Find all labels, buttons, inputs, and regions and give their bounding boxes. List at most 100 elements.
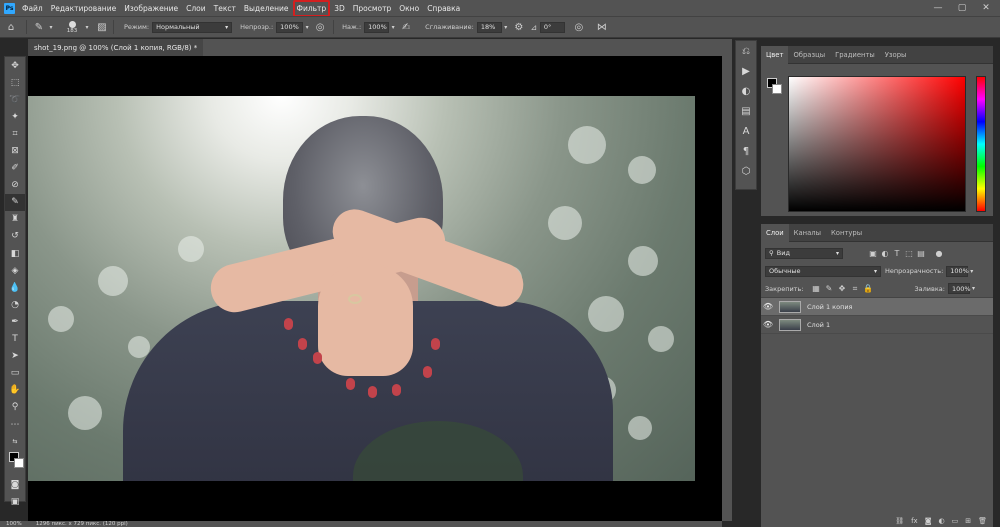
new-layer-icon[interactable]: ⊞ xyxy=(965,517,971,525)
adjustments-icon[interactable]: ◐ xyxy=(736,81,756,101)
chevron-down-icon[interactable]: ▾ xyxy=(502,24,510,31)
menu-3d[interactable]: 3D xyxy=(334,4,345,13)
chevron-down-icon[interactable]: ▾ xyxy=(303,24,311,31)
history-brush-icon[interactable]: ↺ xyxy=(5,228,25,245)
menu-window[interactable]: Окно xyxy=(399,4,419,13)
more-tools-icon[interactable]: ⋯ xyxy=(5,416,25,433)
airbrush-icon[interactable]: ✍ xyxy=(397,22,415,33)
filter-smart-object-icon[interactable]: ▤ xyxy=(915,249,927,258)
pressure-opacity-icon[interactable]: ◎ xyxy=(311,22,329,33)
lock-all-icon[interactable]: 🔒 xyxy=(861,284,874,293)
3d-cube-icon[interactable]: ⬡ xyxy=(736,161,756,181)
crop-tool-icon[interactable]: ⌗ xyxy=(5,125,25,142)
paint-bucket-icon[interactable]: ◈ xyxy=(5,262,25,279)
eye-icon[interactable]: 👁 xyxy=(761,302,775,311)
fill-input[interactable]: 100% xyxy=(947,283,971,294)
link-layers-icon[interactable]: ⛓ xyxy=(895,517,904,525)
frame-tool-icon[interactable]: ⊠ xyxy=(5,142,25,159)
filter-toggle-icon[interactable]: ● xyxy=(933,249,945,258)
flow-input[interactable]: 100% xyxy=(364,21,390,33)
document-tab[interactable]: shot_19.png @ 100% (Слой 1 копия, RGB/8)… xyxy=(28,39,204,56)
layer-blend-mode-select[interactable]: Обычные ▾ xyxy=(765,265,881,277)
brush-tool-icon[interactable]: ✎ xyxy=(5,193,25,211)
blur-tool-icon[interactable]: 💧 xyxy=(5,279,25,296)
type-tool-icon[interactable]: T xyxy=(5,331,25,348)
tab-color[interactable]: Цвет xyxy=(761,45,789,64)
layer-filter-select[interactable]: ⚲ Вид ▾ xyxy=(765,247,843,259)
filter-type-icon[interactable]: T xyxy=(891,249,903,258)
menu-file[interactable]: Файл xyxy=(22,4,43,13)
pressure-size-icon[interactable]: ◎ xyxy=(565,22,593,33)
adjustment-layer-icon[interactable]: ◐ xyxy=(939,517,945,525)
document-canvas[interactable] xyxy=(28,56,722,521)
chevron-down-icon[interactable]: ▾ xyxy=(83,24,91,31)
zoom-tool-icon[interactable]: ⚲ xyxy=(5,399,25,416)
layer-row[interactable]: 👁 Слой 1 xyxy=(761,316,993,334)
tab-layers[interactable]: Слои xyxy=(761,223,789,242)
angle-input[interactable]: 0° xyxy=(539,21,565,33)
blend-mode-select[interactable]: Нормальный ▾ xyxy=(152,21,233,33)
gear-icon[interactable]: ⚙ xyxy=(510,22,528,33)
group-icon[interactable]: ▭ xyxy=(952,517,959,525)
filter-shape-icon[interactable]: ⬚ xyxy=(903,249,915,258)
layer-row-copy[interactable]: 👁 Слой 1 копия xyxy=(761,298,993,316)
clone-stamp-icon[interactable]: ♜ xyxy=(5,211,25,228)
screen-mode-icon[interactable]: ▣ xyxy=(5,493,25,510)
opacity-input[interactable]: 100% xyxy=(276,21,304,33)
layer-name[interactable]: Слой 1 xyxy=(807,321,830,329)
brush-settings-icon[interactable]: ▨ xyxy=(95,22,109,33)
eye-icon[interactable]: 👁 xyxy=(761,320,775,329)
quick-mask-icon[interactable]: ◙ xyxy=(5,476,25,493)
path-selection-icon[interactable]: ➤ xyxy=(5,348,25,365)
tab-gradients[interactable]: Градиенты xyxy=(830,46,880,64)
panel-collapse-strip[interactable] xyxy=(722,39,732,521)
history-icon[interactable]: ⎌ xyxy=(736,41,756,61)
tab-channels[interactable]: Каналы xyxy=(789,224,826,242)
brush-size-picker[interactable]: 183 xyxy=(61,20,83,34)
layer-mask-icon[interactable]: ◙ xyxy=(925,517,932,525)
chevron-down-icon[interactable]: ▾ xyxy=(970,268,973,275)
pen-tool-icon[interactable]: ✒ xyxy=(5,313,25,330)
menu-help[interactable]: Справка xyxy=(427,4,460,13)
paragraph-icon[interactable]: ¶ xyxy=(736,141,756,161)
actions-play-icon[interactable]: ▶ xyxy=(736,61,756,81)
tab-paths[interactable]: Контуры xyxy=(826,224,867,242)
zoom-level[interactable]: 100% xyxy=(6,521,22,527)
swap-colors-icon[interactable]: ⇆ xyxy=(5,433,25,450)
character-icon[interactable]: A xyxy=(736,121,756,141)
layer-name[interactable]: Слой 1 копия xyxy=(807,303,852,311)
lock-position-icon[interactable]: ✥ xyxy=(835,284,848,293)
color-swatches-icon[interactable] xyxy=(5,450,25,476)
maximize-icon[interactable]: ▢ xyxy=(950,0,974,16)
minimize-icon[interactable]: — xyxy=(926,0,950,16)
color-picker-field[interactable] xyxy=(788,76,966,212)
filter-adjustment-icon[interactable]: ◐ xyxy=(879,249,891,258)
smoothing-input[interactable]: 18% xyxy=(476,21,502,33)
eraser-icon[interactable]: ◧ xyxy=(5,245,25,262)
lock-image-icon[interactable]: ✎ xyxy=(822,284,835,293)
tab-patterns[interactable]: Узоры xyxy=(880,46,912,64)
eyedropper-icon[interactable]: ✐ xyxy=(5,160,25,177)
magic-wand-icon[interactable]: ✦ xyxy=(5,108,25,125)
lasso-tool-icon[interactable]: ➰ xyxy=(5,91,25,108)
menu-image[interactable]: Изображение xyxy=(124,4,178,13)
lock-transparent-icon[interactable]: ▦ xyxy=(809,284,822,293)
layer-style-icon[interactable]: fx xyxy=(911,517,918,525)
menu-filter[interactable]: Фильтр xyxy=(292,0,330,17)
close-icon[interactable]: ✕ xyxy=(974,0,998,16)
chevron-down-icon[interactable]: ▾ xyxy=(47,24,55,31)
menu-select[interactable]: Выделение xyxy=(244,4,289,13)
chevron-down-icon[interactable]: ▾ xyxy=(972,285,975,292)
healing-brush-icon[interactable]: ⊘ xyxy=(5,177,25,194)
menu-edit[interactable]: Редактирование xyxy=(51,4,116,13)
home-icon[interactable]: ⌂ xyxy=(0,22,22,33)
filter-pixel-icon[interactable]: ▣ xyxy=(867,249,879,258)
background-color-swatch[interactable] xyxy=(14,458,24,469)
menu-view[interactable]: Просмотр xyxy=(353,4,392,13)
rectangle-tool-icon[interactable]: ▭ xyxy=(5,365,25,382)
trash-icon[interactable]: 🗑 xyxy=(978,517,987,525)
color-panel-swatches[interactable] xyxy=(767,78,783,94)
layer-opacity-input[interactable]: 100% xyxy=(946,265,969,277)
chevron-down-icon[interactable]: ▾ xyxy=(389,24,397,31)
move-tool-icon[interactable]: ✥ xyxy=(5,57,25,74)
